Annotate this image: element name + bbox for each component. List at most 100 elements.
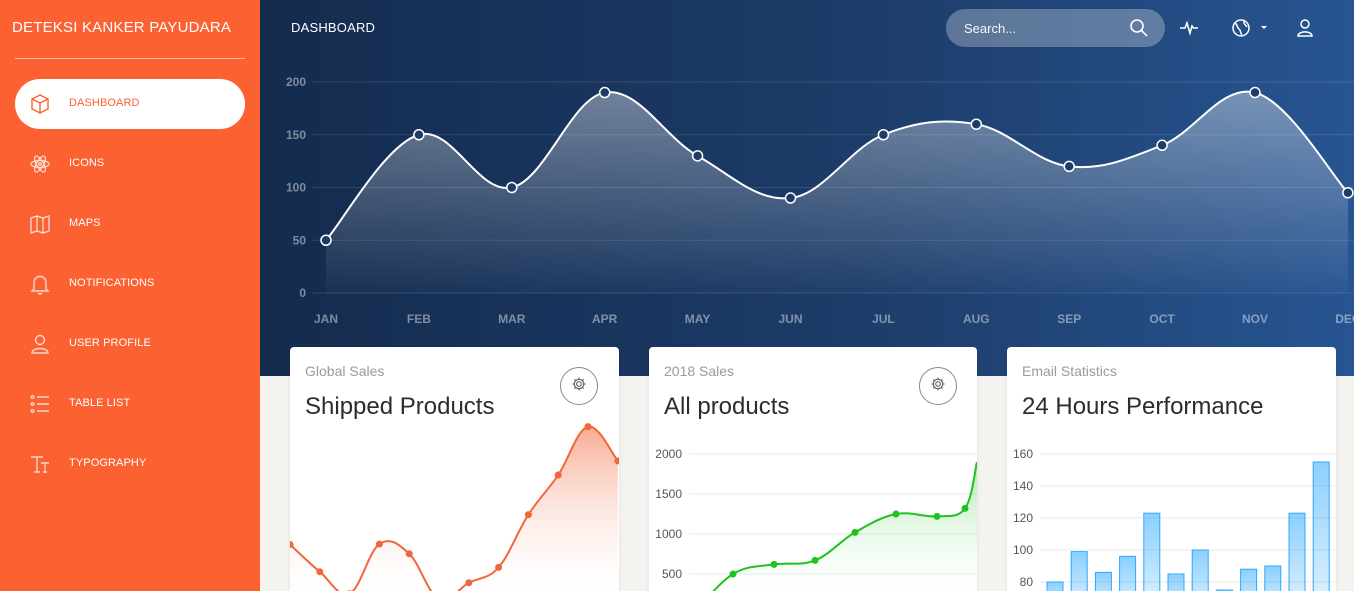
card-title: All products [664, 393, 790, 420]
sidebar-item-notifications[interactable]: NOTIFICATIONS [15, 259, 245, 309]
bar [1288, 512, 1306, 591]
data-point [892, 510, 900, 518]
sidebar-item-label: DASHBOARD [69, 97, 140, 109]
brand-logo-text[interactable]: DETEKSI KANKER PAYUDARA [12, 19, 231, 36]
settings-button[interactable] [560, 367, 598, 405]
y-tick-label: 1500 [655, 487, 682, 501]
card-24-hours-performance: 80 100 120 140 160 Email Statistics 24 Hours… [1007, 347, 1336, 591]
settings-button[interactable] [919, 367, 957, 405]
bar [1119, 555, 1137, 591]
email-statistics-chart: 80 100 120 140 160 [1013, 447, 1336, 591]
data-point [691, 150, 704, 162]
sidebar-nav: DASHBOARD ICONS MAPS NOTIFICATIONS USER … [15, 79, 245, 499]
y-tick-label: 200 [286, 75, 306, 89]
y-tick-label: 1000 [655, 527, 682, 541]
data-point [524, 511, 532, 519]
y-tick-label: 140 [1013, 479, 1033, 493]
data-point [770, 560, 778, 568]
search-input[interactable] [964, 19, 1124, 37]
map-icon [29, 212, 51, 236]
sidebar-item-label: MAPS [69, 217, 101, 229]
x-tick-label: OCT [1149, 312, 1175, 326]
sidebar-item-label: NOTIFICATIONS [69, 277, 155, 289]
data-point [1249, 86, 1261, 99]
card-shipped-products: Global Sales Shipped Products [290, 347, 619, 591]
data-point [598, 86, 611, 99]
sidebar-item-dashboard[interactable]: DASHBOARD [15, 79, 245, 129]
data-point [851, 528, 859, 536]
x-tick-label: NOV [1242, 312, 1268, 326]
text-size-icon [29, 452, 51, 476]
bar [1191, 549, 1209, 591]
user-account-icon[interactable] [1294, 17, 1316, 39]
data-point [465, 579, 473, 587]
x-tick-label: MAR [498, 312, 526, 326]
area-fill [290, 426, 618, 591]
x-tick-label: DEC [1335, 312, 1354, 326]
data-point [405, 550, 413, 558]
sidebar-item-table-list[interactable]: TABLE LIST [15, 379, 245, 429]
y-tick-label: 100 [286, 181, 306, 195]
x-tick-label: SEP [1057, 312, 1081, 326]
atom-icon [29, 152, 51, 176]
bar [1312, 461, 1330, 591]
card-title: Shipped Products [305, 393, 495, 420]
bell-icon [29, 272, 51, 296]
data-point [506, 181, 518, 194]
data-point [933, 512, 941, 520]
data-point [877, 129, 890, 141]
data-point [316, 568, 324, 576]
page-title[interactable]: DASHBOARD [291, 20, 375, 35]
data-point [729, 570, 737, 578]
card-category: 2018 Sales [664, 363, 735, 379]
data-point [320, 234, 332, 246]
gear-icon [571, 376, 587, 397]
gear-icon [930, 376, 946, 397]
x-tick-label: APR [592, 312, 618, 326]
y-tick-label: 100 [1013, 543, 1033, 557]
search-box [946, 9, 1165, 47]
sidebar-item-maps[interactable]: MAPS [15, 199, 245, 249]
y-tick-label: 80 [1020, 575, 1034, 589]
search-icon[interactable] [1129, 18, 1149, 38]
x-tick-label: JUN [778, 312, 802, 326]
app-root: DETEKSI KANKER PAYUDARA DASHBOARD ICONS … [0, 0, 1354, 591]
data-point [1342, 187, 1354, 199]
bar [1046, 581, 1064, 591]
card-category: Global Sales [305, 363, 385, 379]
data-point [784, 192, 797, 204]
sidebar-item-typography[interactable]: TYPOGRAPHY [15, 439, 245, 489]
card-title: 24 Hours Performance [1022, 393, 1264, 420]
bar [1264, 565, 1282, 591]
data-point [1156, 139, 1168, 152]
user-icon [29, 332, 51, 356]
data-point [1063, 160, 1075, 173]
globe-icon[interactable] [1230, 17, 1252, 39]
sidebar-item-label: TABLE LIST [69, 397, 131, 409]
sidebar-item-user-profile[interactable]: USER PROFILE [15, 319, 245, 369]
x-tick-label: AUG [963, 312, 990, 326]
y-tick-label: 150 [286, 128, 306, 142]
bar [1094, 571, 1112, 591]
data-point [811, 556, 819, 564]
chevron-down-icon[interactable] [1258, 17, 1270, 39]
sidebar-item-icons[interactable]: ICONS [15, 139, 245, 189]
sidebar-item-label: TYPOGRAPHY [69, 457, 147, 469]
y-tick-label: 2000 [655, 447, 682, 461]
data-point [413, 129, 425, 141]
data-point [495, 563, 503, 571]
bar [1070, 551, 1088, 591]
sidebar: DETEKSI KANKER PAYUDARA DASHBOARD ICONS … [0, 0, 260, 591]
y-tick-label: 120 [1013, 511, 1033, 525]
list-icon [29, 392, 51, 416]
x-tick-label: JUL [872, 312, 895, 326]
data-point [554, 471, 562, 479]
y-tick-label: 500 [662, 567, 682, 581]
y-tick-label: 160 [1013, 447, 1033, 461]
bar [1167, 573, 1185, 591]
x-tick-label: JAN [314, 312, 338, 326]
pulse-icon[interactable] [1178, 17, 1200, 39]
y-tick-label: 0 [299, 286, 306, 300]
cube-icon [29, 92, 51, 116]
data-point [961, 504, 969, 512]
